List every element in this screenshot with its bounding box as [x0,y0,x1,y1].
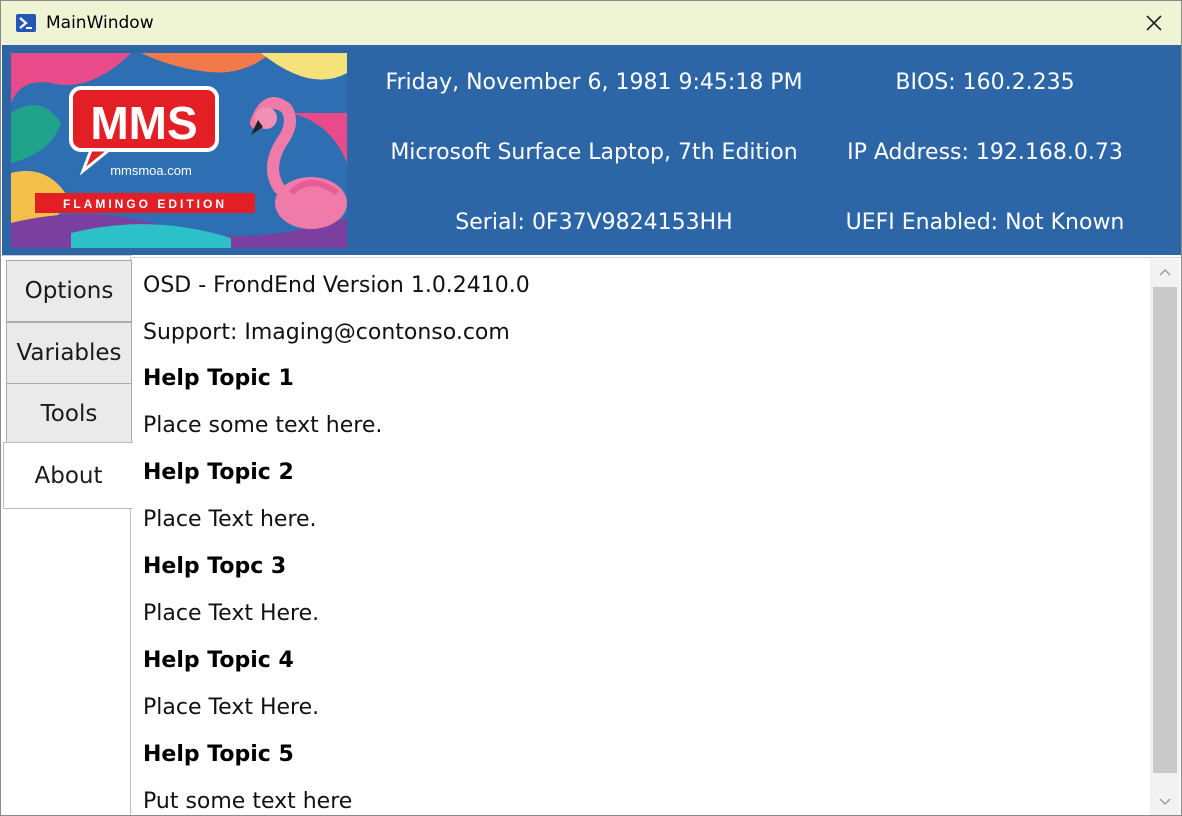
serial-label: Serial: 0F37V9824153HH [455,210,733,235]
scroll-thumb[interactable] [1153,287,1177,773]
svg-text:FLAMINGO EDITION: FLAMINGO EDITION [63,197,227,211]
help-topic-text: Place some text here. [143,413,383,438]
window-title: MainWindow [46,13,154,33]
tab-tools[interactable]: Tools [6,383,132,445]
device-model-label: Microsoft Surface Laptop, 7th Edition [390,140,798,165]
help-topic-heading: Help Topc 3 [143,554,287,579]
help-topic-text: Place Text Here. [143,601,320,626]
help-topic-text: Place Text here. [143,507,317,532]
help-topic-text: Place Text Here. [143,695,320,720]
help-topic-heading: Help Topic 2 [143,460,294,485]
mms-banner-image: MMS mmsmoa.com FLAMINGO EDITION [11,53,347,248]
help-topic-text: Put some text here [143,789,353,814]
scroll-up-button[interactable] [1150,259,1180,285]
system-info-header: MMS mmsmoa.com FLAMINGO EDITION Friday, … [2,45,1181,255]
uefi-label: UEFI Enabled: Not Known [845,210,1125,235]
tab-options[interactable]: Options [6,260,132,322]
about-panel: OSD - FrondEnd Version 1.0.2410.0 Suppor… [132,258,1148,815]
ip-address-label: IP Address: 192.168.0.73 [847,140,1123,165]
close-icon [1146,15,1162,31]
tab-variables[interactable]: Variables [6,322,132,384]
support-text: Support: Imaging@contonso.com [143,320,510,345]
help-topic-heading: Help Topic 5 [143,742,294,767]
tab-strip: Options Variables Tools About [2,255,133,815]
chevron-down-icon [1159,798,1171,805]
version-text: OSD - FrondEnd Version 1.0.2410.0 [143,273,530,298]
bios-label: BIOS: 160.2.235 [895,70,1075,95]
title-bar[interactable]: MainWindow [1,1,1181,45]
chevron-up-icon [1159,269,1171,276]
help-topic-heading: Help Topic 4 [143,648,294,673]
datetime-label: Friday, November 6, 1981 9:45:18 PM [385,70,803,95]
tab-about[interactable]: About [3,442,133,509]
help-topic-heading: Help Topic 1 [143,366,294,391]
close-button[interactable] [1127,1,1181,45]
vertical-scrollbar[interactable] [1150,259,1180,815]
svg-text:mmsmoa.com: mmsmoa.com [110,163,192,178]
scroll-down-button[interactable] [1150,789,1180,815]
main-window: MainWindow MMS mmsmoa.com FLAMINGO EDITI… [0,0,1182,816]
powershell-icon [16,14,36,32]
svg-text:MMS: MMS [90,97,197,149]
